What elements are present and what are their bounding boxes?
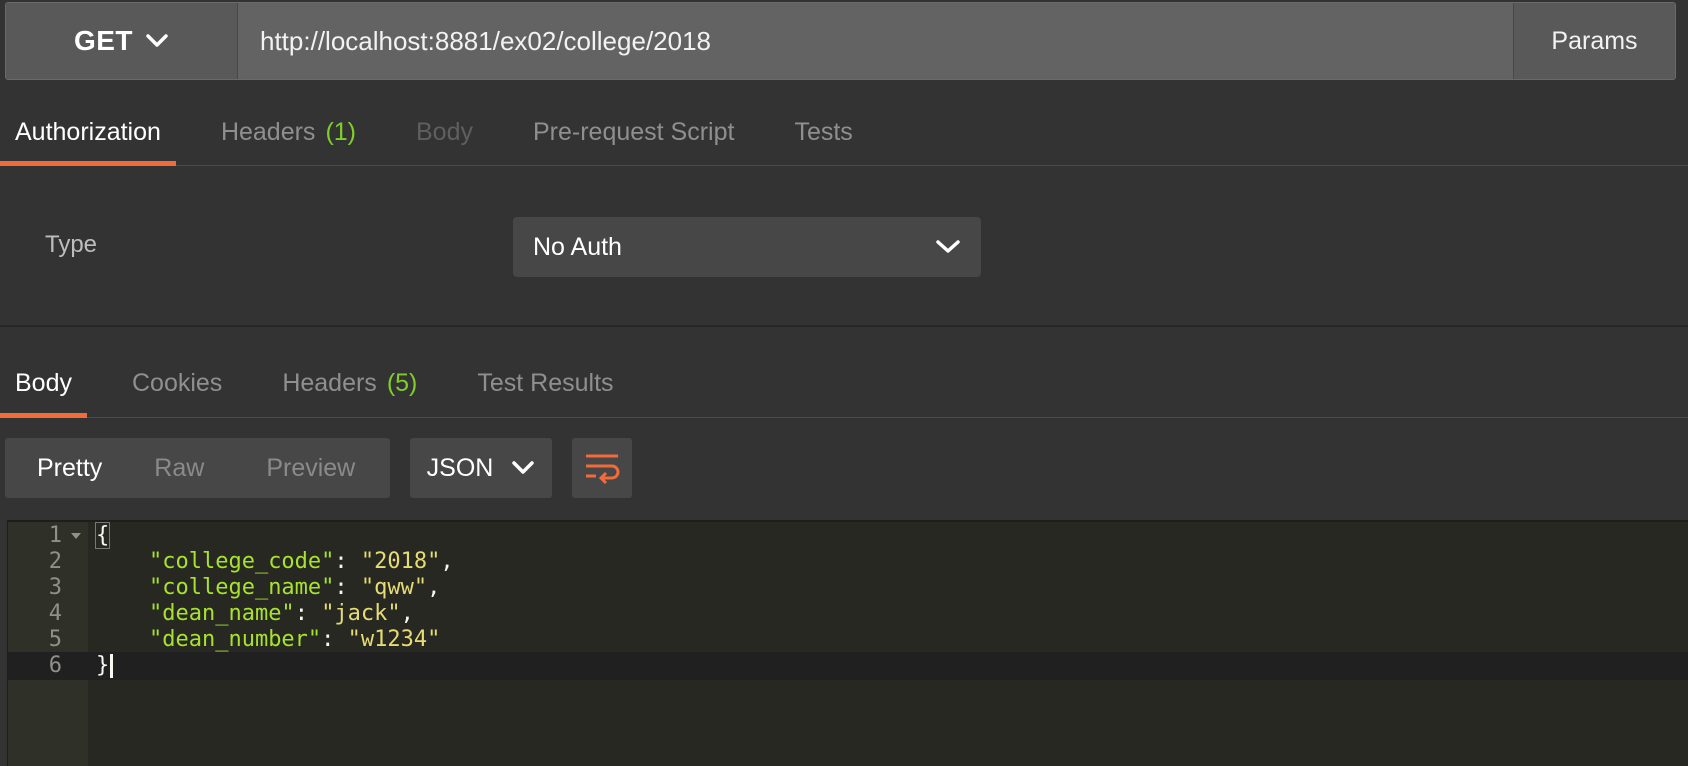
tab-tests[interactable]: Tests	[779, 100, 867, 165]
tab-label: Authorization	[15, 118, 161, 146]
json-key: "college_code"	[148, 549, 335, 574]
json-separator: ,	[427, 575, 441, 600]
code-text: "college_name": "qww",	[148, 575, 441, 600]
chevron-down-icon	[512, 461, 535, 474]
tab-count-badge: (1)	[325, 118, 356, 146]
line-number: 3	[48, 575, 62, 600]
request-bar: GET Params	[5, 2, 1676, 80]
line-number: 4	[48, 601, 62, 626]
tab-cookies[interactable]: Cookies	[117, 350, 237, 417]
tab-authorization[interactable]: Authorization	[0, 100, 176, 166]
tab-body[interactable]: Body	[401, 100, 488, 165]
line-number: 6	[48, 653, 62, 678]
code-line: 3 "college_name": "qww",	[8, 574, 1688, 602]
tab-pre-request-script[interactable]: Pre-request Script	[518, 100, 749, 165]
close-brace: }	[96, 653, 110, 678]
view-mode-group: Pretty Raw Preview	[5, 438, 390, 498]
tab-label: Test Results	[477, 369, 614, 397]
code-line: 2 "college_code": "2018",	[8, 548, 1688, 576]
response-body-editor[interactable]: 1 { 2 "college_code": "2018", 3 "college…	[7, 520, 1688, 766]
open-brace: {	[94, 522, 111, 549]
view-preview-button[interactable]: Preview	[256, 454, 365, 483]
line-number: 5	[48, 627, 62, 652]
tab-headers[interactable]: Headers (1)	[206, 100, 371, 165]
text-cursor	[110, 654, 114, 678]
authorization-panel: Type No Auth	[0, 167, 1688, 327]
tab-label: Cookies	[131, 369, 223, 397]
method-label: GET	[73, 25, 134, 56]
view-pretty-button[interactable]: Pretty	[27, 454, 112, 483]
fold-triangle-icon[interactable]	[70, 522, 82, 550]
line-number: 2	[48, 549, 62, 574]
url-input[interactable]	[238, 3, 1513, 79]
json-value: "jack"	[321, 601, 401, 626]
response-tabs: Body Cookies Headers (5) Test Results	[0, 350, 1688, 418]
format-select[interactable]: JSON	[410, 438, 552, 498]
json-value: "w1234"	[347, 627, 441, 652]
chevron-down-icon	[936, 240, 960, 253]
code-line: 5 "dean_number": "w1234"	[8, 626, 1688, 654]
tab-test-results[interactable]: Test Results	[462, 350, 628, 417]
json-value: "2018"	[360, 549, 441, 574]
tab-label: Body	[416, 118, 473, 146]
json-key: "college_name"	[148, 575, 335, 600]
json-value: "qww"	[360, 575, 428, 600]
json-separator: ,	[400, 601, 414, 626]
wrap-lines-icon	[586, 454, 620, 484]
params-button[interactable]: Params	[1513, 3, 1675, 79]
code-text: "dean_number": "w1234"	[148, 627, 441, 652]
auth-type-label: Type	[45, 231, 98, 258]
code-text: "dean_name": "jack",	[148, 601, 414, 626]
json-separator: ,	[440, 549, 454, 574]
tab-label: Tests	[794, 118, 853, 146]
code-text: {	[94, 522, 111, 550]
format-value: JSON	[426, 453, 494, 482]
code-text: "college_code": "2018",	[148, 549, 454, 574]
code-line-current: 6 }	[8, 652, 1688, 680]
tab-count-badge: (5)	[386, 369, 418, 397]
code-line: 4 "dean_name": "jack",	[8, 600, 1688, 628]
line-number: 1	[48, 523, 62, 548]
json-key: "dean_name"	[148, 601, 295, 626]
tab-label: Headers	[282, 369, 377, 397]
tab-response-body[interactable]: Body	[0, 350, 87, 418]
tab-label: Body	[15, 369, 72, 397]
tab-label: Pre-request Script	[532, 118, 735, 146]
chevron-down-icon	[146, 34, 168, 47]
wrap-lines-button[interactable]	[572, 438, 632, 498]
auth-type-value: No Auth	[533, 232, 622, 261]
json-key: "dean_number"	[148, 627, 322, 652]
response-toolbar: Pretty Raw Preview JSON	[5, 438, 632, 498]
auth-type-select[interactable]: No Auth	[513, 217, 981, 277]
tab-response-headers[interactable]: Headers (5)	[267, 350, 432, 417]
tab-label: Headers	[220, 118, 316, 146]
code-text: }	[96, 652, 114, 680]
request-tabs: Authorization Headers (1) Body Pre-reque…	[0, 100, 1688, 166]
view-raw-button[interactable]: Raw	[144, 454, 214, 483]
code-line: 1 {	[8, 522, 1688, 550]
method-select[interactable]: GET	[6, 3, 238, 79]
